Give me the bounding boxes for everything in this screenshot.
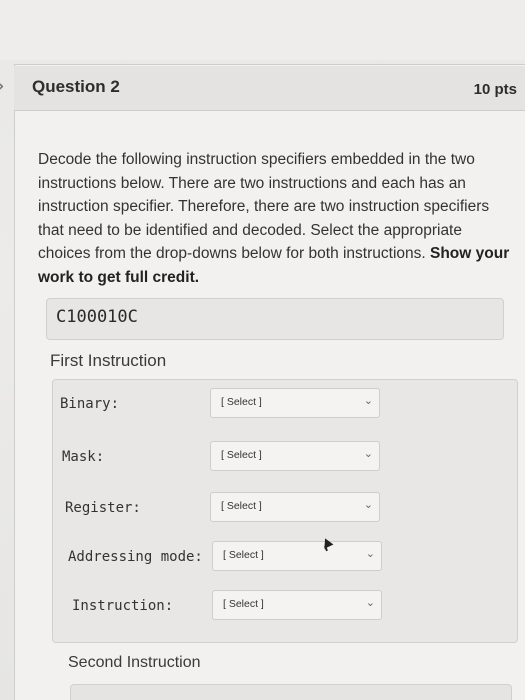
binary-select[interactable]: [ Select ] ⌄ [210, 388, 380, 418]
second-instruction-panel [70, 684, 512, 700]
prompt-text: Decode the following instruction specifi… [38, 151, 490, 262]
instruction-select[interactable]: [ Select ] ⌄ [212, 590, 382, 620]
chevron-down-icon: ⌄ [363, 498, 373, 511]
addressing-mode-select[interactable]: [ Select ] ⌄ [212, 541, 382, 571]
register-select-value: [ Select ] [221, 500, 262, 512]
mask-select-value: [ Select ] [221, 449, 262, 461]
question-points: 10 pts [473, 81, 517, 98]
top-strip [0, 0, 525, 60]
binary-select-value: [ Select ] [221, 396, 262, 408]
mask-select[interactable]: [ Select ] ⌄ [210, 441, 380, 471]
instruction-code: C100010C [56, 307, 138, 327]
question-prompt: Decode the following instruction specifi… [38, 148, 510, 289]
register-select[interactable]: [ Select ] ⌄ [210, 492, 380, 522]
chevron-down-icon: ⌄ [365, 596, 375, 609]
second-instruction-heading: Second Instruction [68, 654, 201, 671]
quiz-page: › Question 2 10 pts Decode the following… [0, 0, 525, 700]
instruction-label: Instruction: [72, 598, 174, 614]
addressing-mode-select-value: [ Select ] [223, 549, 264, 561]
chevron-down-icon: ⌄ [365, 547, 375, 560]
binary-label: Binary: [60, 396, 120, 412]
chevron-down-icon: ⌄ [363, 447, 373, 460]
first-instruction-heading: First Instruction [50, 351, 167, 370]
register-label: Register: [65, 500, 141, 516]
mask-label: Mask: [62, 449, 105, 465]
chevron-right-icon[interactable]: › [0, 74, 5, 99]
addressing-mode-label: Addressing mode: [68, 549, 203, 565]
question-title: Question 2 [32, 77, 120, 96]
instruction-select-value: [ Select ] [223, 598, 264, 610]
chevron-down-icon: ⌄ [363, 394, 373, 407]
